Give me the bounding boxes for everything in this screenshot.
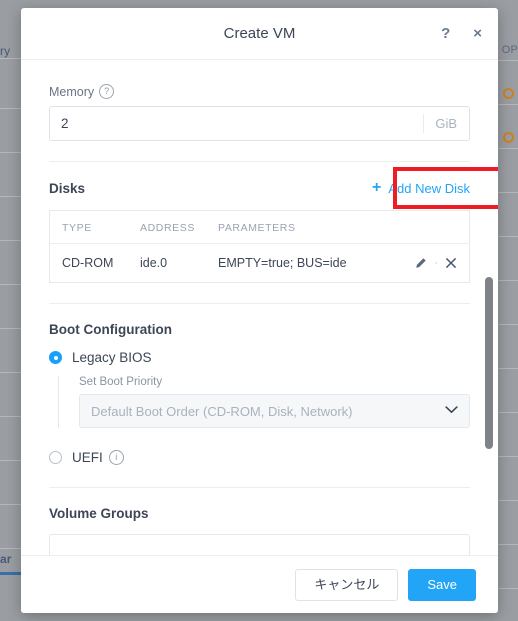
boot-priority-group: Set Boot Priority Default Boot Order (CD… [58, 376, 470, 428]
close-icon[interactable]: × [473, 26, 482, 41]
dialog-header: Create VM ? × [21, 8, 498, 60]
background-active-tab-underline [0, 572, 22, 575]
chevron-down-icon [445, 405, 458, 417]
radio-uefi-label-row: UEFI i [72, 450, 124, 465]
add-new-disk-label: Add New Disk [388, 180, 470, 196]
background-left-label: ry [0, 44, 11, 58]
dialog-scrollbar[interactable] [485, 60, 493, 555]
radio-uefi-label: UEFI [72, 450, 103, 465]
column-header-address: ADDRESS [140, 210, 218, 244]
background-right-panel: OP [496, 0, 518, 621]
memory-label-row: Memory ? [49, 84, 470, 99]
cancel-button[interactable]: キャンセル [295, 568, 399, 601]
row-action-group: · [397, 257, 469, 270]
background-left-tab-label: ar [0, 552, 12, 566]
background-status-dot [503, 132, 514, 143]
column-header-type: TYPE [49, 210, 140, 244]
radio-uefi-indicator [49, 451, 62, 464]
background-left-panel: ry ar [0, 0, 22, 621]
volume-groups-section: Volume Groups [49, 488, 470, 555]
add-new-disk-button[interactable]: + Add New Disk [372, 180, 470, 196]
dialog-scroll-body: Memory ? GiB Disks + Add New Disk TYPE A… [21, 60, 498, 555]
save-button[interactable]: Save [408, 568, 476, 601]
cell-type: CD-ROM [62, 256, 114, 270]
table-row[interactable]: CD-ROM ide.0 EMPTY=true; BUS=ide · [50, 244, 470, 283]
plus-icon: + [372, 179, 382, 196]
cell-parameters: EMPTY=true; BUS=ide [218, 256, 347, 270]
disks-table: TYPE ADDRESS PARAMETERS CD-ROM ide.0 EMP… [49, 210, 470, 283]
background-right-column-header: OP [501, 44, 518, 56]
volume-groups-input[interactable] [49, 534, 470, 555]
dialog-scrollbar-thumb[interactable] [485, 277, 493, 449]
dialog-header-actions: ? × [441, 8, 482, 59]
radio-legacy-bios-indicator [49, 351, 62, 364]
radio-legacy-bios[interactable]: Legacy BIOS [49, 350, 470, 365]
table-header-row: TYPE ADDRESS PARAMETERS [49, 210, 470, 244]
disks-title: Disks [49, 180, 86, 196]
memory-unit-label: GiB [423, 114, 469, 133]
background-left-rows [0, 0, 22, 621]
memory-help-icon[interactable]: ? [99, 84, 115, 99]
delete-icon[interactable] [445, 257, 457, 269]
radio-legacy-bios-label: Legacy BIOS [72, 350, 152, 365]
memory-input[interactable] [50, 116, 424, 131]
dialog-footer: キャンセル Save [21, 555, 498, 613]
action-separator: · [434, 257, 438, 269]
disks-section-header: Disks + Add New Disk [49, 162, 498, 209]
boot-priority-selected-value: Default Boot Order (CD-ROM, Disk, Networ… [91, 403, 353, 419]
boot-priority-select[interactable]: Default Boot Order (CD-ROM, Disk, Networ… [79, 394, 470, 428]
memory-input-wrap: GiB [49, 106, 470, 141]
cell-address: ide.0 [140, 256, 168, 270]
background-status-dot [503, 88, 514, 99]
radio-uefi[interactable]: UEFI i [49, 450, 470, 465]
create-vm-dialog: Create VM ? × Memory ? GiB Disks + Add N… [21, 8, 498, 613]
memory-label: Memory [49, 84, 95, 99]
pencil-icon[interactable] [414, 257, 427, 270]
uefi-info-icon[interactable]: i [108, 450, 124, 465]
column-header-actions [397, 210, 470, 244]
memory-field-group: Memory ? GiB [49, 60, 470, 141]
boot-configuration-title: Boot Configuration [49, 322, 172, 337]
boot-configuration-section: Boot Configuration Legacy BIOS Set Boot … [49, 304, 470, 465]
column-header-parameters: PARAMETERS [218, 210, 397, 244]
dialog-title: Create VM [223, 25, 296, 42]
volume-groups-title: Volume Groups [49, 506, 149, 521]
help-icon[interactable]: ? [441, 26, 450, 41]
boot-priority-label: Set Boot Priority [79, 376, 163, 388]
cell-actions: · [397, 244, 470, 283]
